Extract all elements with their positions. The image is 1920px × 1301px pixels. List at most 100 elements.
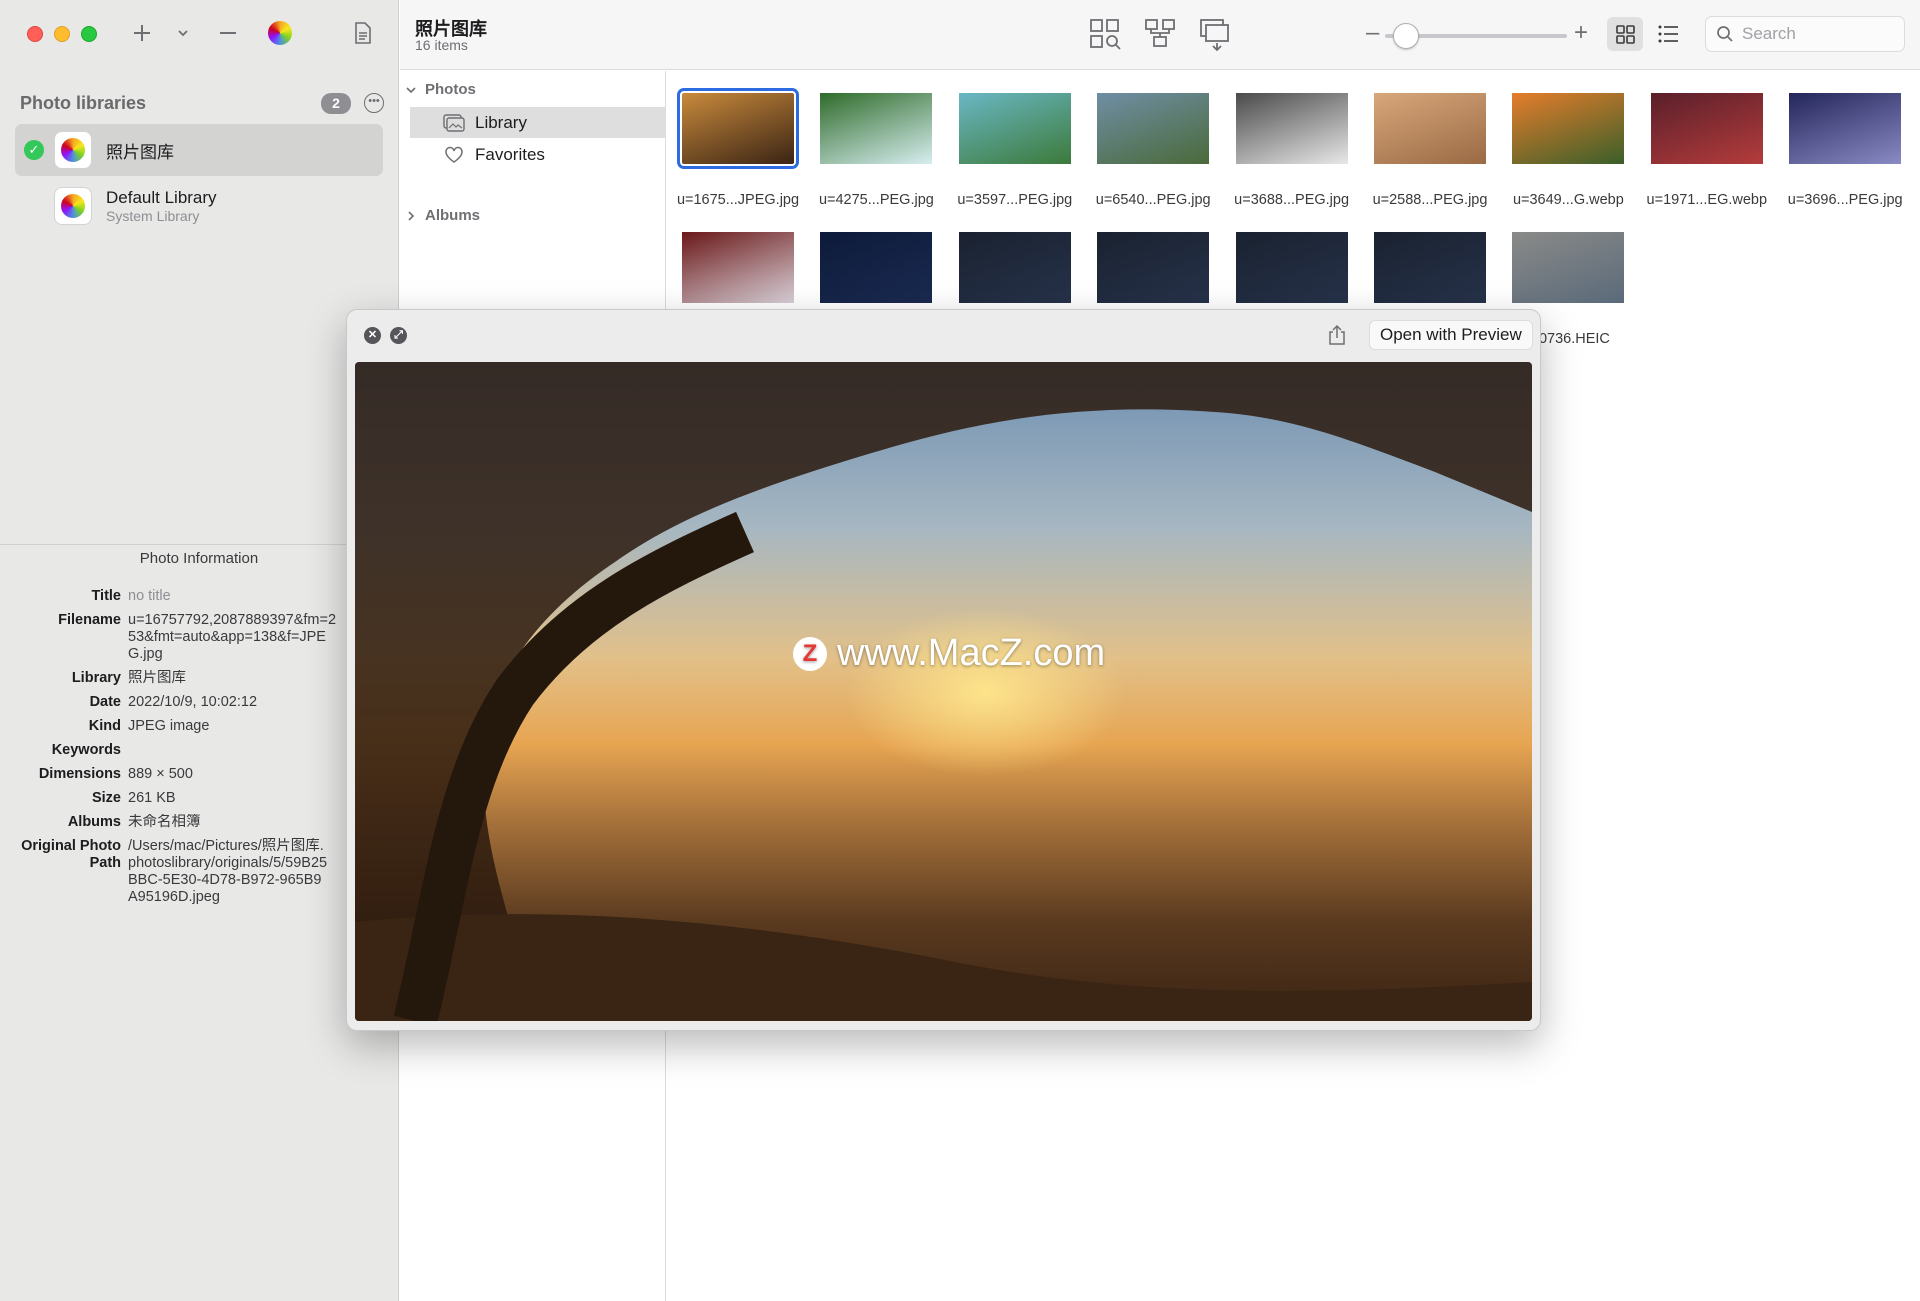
- thumbnail-filename: u=2588...PEG.jpg: [1372, 192, 1488, 208]
- thumbnail-filename: u=6540...PEG.jpg: [1095, 192, 1211, 208]
- zoom-slider-knob[interactable]: [1393, 23, 1419, 49]
- info-row-filename: Filename u=16757792,2087889397&fm=253&fm…: [58, 612, 337, 662]
- photo-info-heading: Photo Information: [139, 550, 259, 567]
- photo-thumbnail[interactable]: u=3688...PEG.jpg: [1229, 93, 1355, 208]
- info-row-original-path: Original Photo Path /Users/mac/Pictures/…: [21, 838, 328, 905]
- info-row-title: Title no title: [91, 588, 171, 604]
- photos-section-header[interactable]: Photos: [406, 81, 476, 98]
- photo-library-icon: [443, 113, 465, 132]
- tree-silhouette: [355, 362, 1532, 1021]
- thumbnail-filename: u=3696...PEG.jpg: [1787, 192, 1903, 208]
- search-placeholder: Search: [1742, 24, 1796, 43]
- info-row-albums: Albums 未命名相簿: [67, 814, 201, 830]
- share-icon[interactable]: [1327, 324, 1347, 346]
- merge-icon[interactable]: [1143, 17, 1177, 51]
- thumbnail-image: [1512, 232, 1625, 303]
- grid-icon: [1616, 25, 1635, 44]
- thumbnail-image: [677, 88, 799, 169]
- library-item-default[interactable]: Default Library System Library: [15, 180, 383, 232]
- thumbnail-image: [1097, 232, 1210, 303]
- library-subtitle: System Library: [106, 208, 200, 224]
- thumbnail-filename: u=3597...PEG.jpg: [957, 192, 1073, 208]
- info-row-kind: Kind JPEG image: [88, 718, 210, 734]
- photo-thumbnail[interactable]: u=3597...PEG.jpg: [952, 93, 1078, 208]
- minimize-window-button[interactable]: [54, 26, 70, 42]
- close-window-button[interactable]: [27, 26, 43, 42]
- chevron-down-icon: [406, 86, 416, 93]
- thumbnail-image: [1374, 232, 1486, 303]
- photo-thumbnail[interactable]: u=1675...JPEG.jpg: [675, 88, 801, 208]
- photo-thumbnail[interactable]: u=2588...PEG.jpg: [1367, 93, 1493, 208]
- thumbnail-image: [1374, 93, 1486, 164]
- nav-item-library[interactable]: Library: [410, 107, 666, 138]
- fullscreen-icon[interactable]: ⤢: [390, 327, 407, 344]
- thumbnail-image: [1235, 93, 1348, 164]
- item-count: 16 items: [415, 37, 468, 53]
- nav-item-label: Favorites: [475, 144, 545, 164]
- photo-thumbnail[interactable]: u=4275...PEG.jpg: [813, 93, 939, 208]
- albums-section-label: Albums: [425, 207, 481, 224]
- thumbnail-image: [958, 93, 1071, 164]
- preview-image: Z www.MacZ.com: [355, 362, 1532, 1021]
- zoom-in-button[interactable]: +: [1574, 19, 1588, 47]
- export-icon[interactable]: [1198, 17, 1232, 51]
- watermark: Z www.MacZ.com: [793, 632, 1105, 675]
- remove-library-button[interactable]: [213, 18, 243, 48]
- chevron-right-icon: [408, 210, 415, 221]
- thumbnail-filename: u=4275...PEG.jpg: [818, 192, 934, 208]
- thumbnail-image: [1235, 232, 1348, 303]
- photos-app-button[interactable]: [265, 18, 295, 48]
- chevron-down-icon: [178, 30, 188, 37]
- thumbnail-image: [820, 232, 933, 303]
- document-icon: [355, 22, 371, 44]
- photo-thumbnail[interactable]: u=1971...EG.webp: [1644, 93, 1770, 208]
- albums-section-header[interactable]: Albums: [406, 207, 480, 224]
- photos-app-icon: [268, 21, 292, 45]
- grid-view-button[interactable]: [1607, 17, 1643, 51]
- thumbnail-image: [820, 93, 933, 164]
- watermark-text: www.MacZ.com: [837, 632, 1106, 674]
- list-view-button[interactable]: [1650, 17, 1686, 51]
- thumbnail-image: [1650, 93, 1763, 164]
- library-icon: [54, 131, 92, 169]
- thumbnail-image: [682, 232, 794, 303]
- photos-section-label: Photos: [425, 81, 476, 98]
- thumbnail-filename: u=1675...JPEG.jpg: [676, 192, 800, 208]
- open-with-preview-button[interactable]: Open with Preview: [1369, 320, 1533, 350]
- browse-grid-icon[interactable]: [1088, 17, 1122, 51]
- library-item-photos[interactable]: ✓ 照片图库: [15, 124, 383, 176]
- library-title: Default Library: [106, 188, 217, 207]
- thumbnail-image: [1097, 93, 1210, 164]
- info-row-date: Date 2022/10/9, 10:02:12: [89, 694, 258, 710]
- close-icon[interactable]: ✕: [364, 327, 381, 344]
- document-button[interactable]: [348, 18, 378, 48]
- info-divider: [0, 544, 346, 545]
- info-row-size: Size 261 KB: [91, 790, 176, 806]
- macz-logo-icon: Z: [793, 636, 827, 671]
- plus-icon: [134, 25, 150, 41]
- add-menu-dropdown[interactable]: [168, 18, 198, 48]
- info-row-keywords: Keywords: [51, 742, 121, 758]
- zoom-window-button[interactable]: [81, 26, 97, 42]
- thumbnail-filename: u=3688...PEG.jpg: [1234, 192, 1350, 208]
- thumbnail-image: [958, 232, 1071, 303]
- info-row-library: Library 照片图库: [71, 670, 186, 686]
- nav-item-favorites[interactable]: Favorites: [410, 139, 666, 170]
- heart-icon: [445, 146, 463, 163]
- thumbnail-filename: u=1971...EG.webp: [1646, 192, 1768, 208]
- add-library-button[interactable]: [127, 18, 157, 48]
- zoom-out-button[interactable]: –: [1366, 19, 1379, 47]
- photo-thumbnail[interactable]: u=3649...G.webp: [1505, 93, 1631, 208]
- minus-icon: [220, 32, 236, 34]
- list-icon: [1658, 25, 1678, 43]
- toolbar: 照片图库 16 items – + Search: [400, 0, 1920, 70]
- more-options-icon[interactable]: •••: [364, 93, 384, 113]
- app-window: Photo libraries 2 ••• ✓ 照片图库 Default Lib…: [0, 0, 1920, 1301]
- search-field[interactable]: Search: [1705, 16, 1905, 52]
- quick-look-panel: ✕ ⤢ Open with Preview Z www.MacZ.com: [346, 309, 1541, 1031]
- thumbnail-image: [1512, 93, 1625, 164]
- nav-item-label: Library: [475, 112, 527, 132]
- photo-thumbnail[interactable]: u=6540...PEG.jpg: [1090, 93, 1216, 208]
- photo-thumbnail[interactable]: u=3696...PEG.jpg: [1782, 93, 1908, 208]
- window-controls: [27, 26, 97, 42]
